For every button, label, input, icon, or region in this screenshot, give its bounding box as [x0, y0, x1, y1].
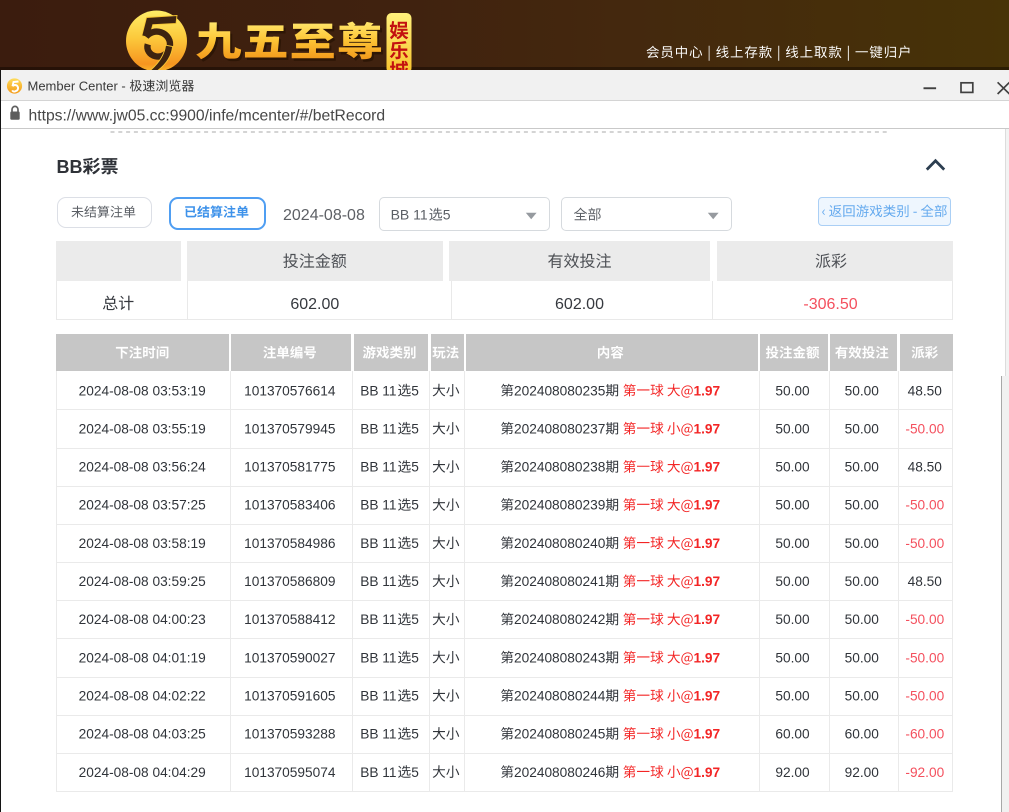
svg-text:602.00: 602.00 [555, 296, 604, 313]
svg-text:-50.00: -50.00 [905, 612, 944, 627]
svg-text:101370588412: 101370588412 [244, 612, 335, 627]
svg-text:2024-08-08 03:53:19: 2024-08-08 03:53:19 [79, 383, 206, 398]
svg-text:2024-08-08 04:00:23: 2024-08-08 04:00:23 [79, 612, 206, 627]
svg-text:50.00: 50.00 [845, 536, 880, 551]
svg-text:202408080237: 202408080237 [514, 421, 605, 436]
svg-text:101370590027: 101370590027 [244, 650, 335, 665]
svg-text:92.00: 92.00 [845, 765, 880, 780]
svg-text:202408080239: 202408080239 [514, 498, 605, 513]
svg-text:1.97: 1.97 [694, 689, 721, 704]
svg-text:2024-08-08 03:58:19: 2024-08-08 03:58:19 [79, 536, 206, 551]
svg-text:50.00: 50.00 [775, 536, 810, 551]
svg-text:50.00: 50.00 [845, 612, 880, 627]
svg-text:1.97: 1.97 [694, 612, 721, 627]
svg-text:101370584986: 101370584986 [244, 536, 336, 551]
svg-text:-50.00: -50.00 [905, 650, 944, 665]
svg-text:602.00: 602.00 [290, 296, 339, 313]
svg-text:2024-08-08: 2024-08-08 [283, 207, 365, 224]
svg-text:202408080242: 202408080242 [514, 612, 605, 627]
svg-text:1.97: 1.97 [694, 650, 721, 665]
svg-text:2024-08-08 03:56:24: 2024-08-08 03:56:24 [79, 460, 206, 475]
svg-text:1.97: 1.97 [694, 421, 721, 436]
svg-text:1.97: 1.97 [694, 383, 721, 398]
svg-text:101370583406: 101370583406 [244, 498, 336, 513]
svg-text:2024-08-08 04:01:19: 2024-08-08 04:01:19 [79, 650, 206, 665]
svg-text:202408080244: 202408080244 [514, 689, 606, 704]
svg-text:1.97: 1.97 [694, 765, 721, 780]
svg-text:202408080243: 202408080243 [514, 650, 606, 665]
svg-text:50.00: 50.00 [845, 498, 880, 513]
svg-text:101370586809: 101370586809 [244, 574, 335, 589]
svg-text:50.00: 50.00 [775, 612, 810, 627]
svg-text:https://www.jw05.cc:9900/infe/: https://www.jw05.cc:9900/infe/mcenter/#/… [29, 107, 386, 124]
svg-text:92.00: 92.00 [775, 765, 810, 780]
svg-text:48.50: 48.50 [908, 574, 943, 589]
svg-text:1.97: 1.97 [694, 574, 721, 589]
svg-text:101370576614: 101370576614 [244, 383, 336, 398]
svg-text:202408080246: 202408080246 [514, 765, 606, 780]
svg-text:-50.00: -50.00 [905, 536, 944, 551]
svg-text:50.00: 50.00 [845, 460, 880, 475]
svg-text:101370595074: 101370595074 [244, 765, 336, 780]
svg-text:50.00: 50.00 [775, 689, 810, 704]
svg-text:202408080241: 202408080241 [514, 574, 605, 589]
svg-text:50.00: 50.00 [845, 689, 880, 704]
svg-text:48.50: 48.50 [908, 460, 943, 475]
svg-text:BB: BB [57, 157, 83, 177]
svg-text:50.00: 50.00 [845, 421, 880, 436]
svg-text:2024-08-08 03:57:25: 2024-08-08 03:57:25 [79, 498, 206, 513]
svg-text:50.00: 50.00 [845, 574, 880, 589]
svg-text:BB 11: BB 11 [391, 207, 428, 223]
svg-text:60.00: 60.00 [845, 727, 880, 742]
svg-text:-306.50: -306.50 [803, 296, 857, 313]
svg-text:202408080235: 202408080235 [514, 383, 606, 398]
svg-text:50.00: 50.00 [775, 460, 810, 475]
svg-text:2024-08-08 04:04:29: 2024-08-08 04:04:29 [79, 765, 206, 780]
svg-text:50.00: 50.00 [775, 650, 810, 665]
svg-text:5: 5 [443, 207, 451, 223]
svg-text:-60.00: -60.00 [905, 727, 944, 742]
svg-text:50.00: 50.00 [845, 383, 880, 398]
svg-text:-92.00: -92.00 [905, 765, 944, 780]
svg-text:101370591605: 101370591605 [244, 689, 336, 704]
svg-text:50.00: 50.00 [775, 421, 810, 436]
svg-text:Member Center -: Member Center - [28, 79, 126, 94]
svg-text:1.97: 1.97 [694, 727, 721, 742]
svg-text:50.00: 50.00 [775, 498, 810, 513]
svg-text:202408080245: 202408080245 [514, 727, 606, 742]
svg-text:50.00: 50.00 [775, 574, 810, 589]
svg-text:2024-08-08 04:03:25: 2024-08-08 04:03:25 [79, 727, 206, 742]
svg-text:60.00: 60.00 [775, 727, 810, 742]
svg-text:2024-08-08 04:02:22: 2024-08-08 04:02:22 [79, 689, 206, 704]
svg-text:50.00: 50.00 [845, 650, 880, 665]
svg-text:1.97: 1.97 [694, 460, 721, 475]
svg-text:101370593288: 101370593288 [244, 727, 336, 742]
svg-text:202408080240: 202408080240 [514, 536, 606, 551]
svg-text:50.00: 50.00 [775, 383, 810, 398]
svg-text:202408080238: 202408080238 [514, 460, 606, 475]
svg-text:-50.00: -50.00 [905, 421, 944, 436]
svg-text:101370581775: 101370581775 [244, 460, 336, 475]
svg-text:-50.00: -50.00 [905, 498, 944, 513]
svg-text:1.97: 1.97 [694, 498, 721, 513]
svg-text:1.97: 1.97 [694, 536, 721, 551]
svg-text:2024-08-08 03:55:19: 2024-08-08 03:55:19 [79, 421, 206, 436]
svg-text:-50.00: -50.00 [905, 689, 944, 704]
svg-text:48.50: 48.50 [908, 383, 943, 398]
svg-text:2024-08-08 03:59:25: 2024-08-08 03:59:25 [79, 574, 206, 589]
svg-text:101370579945: 101370579945 [244, 421, 336, 436]
